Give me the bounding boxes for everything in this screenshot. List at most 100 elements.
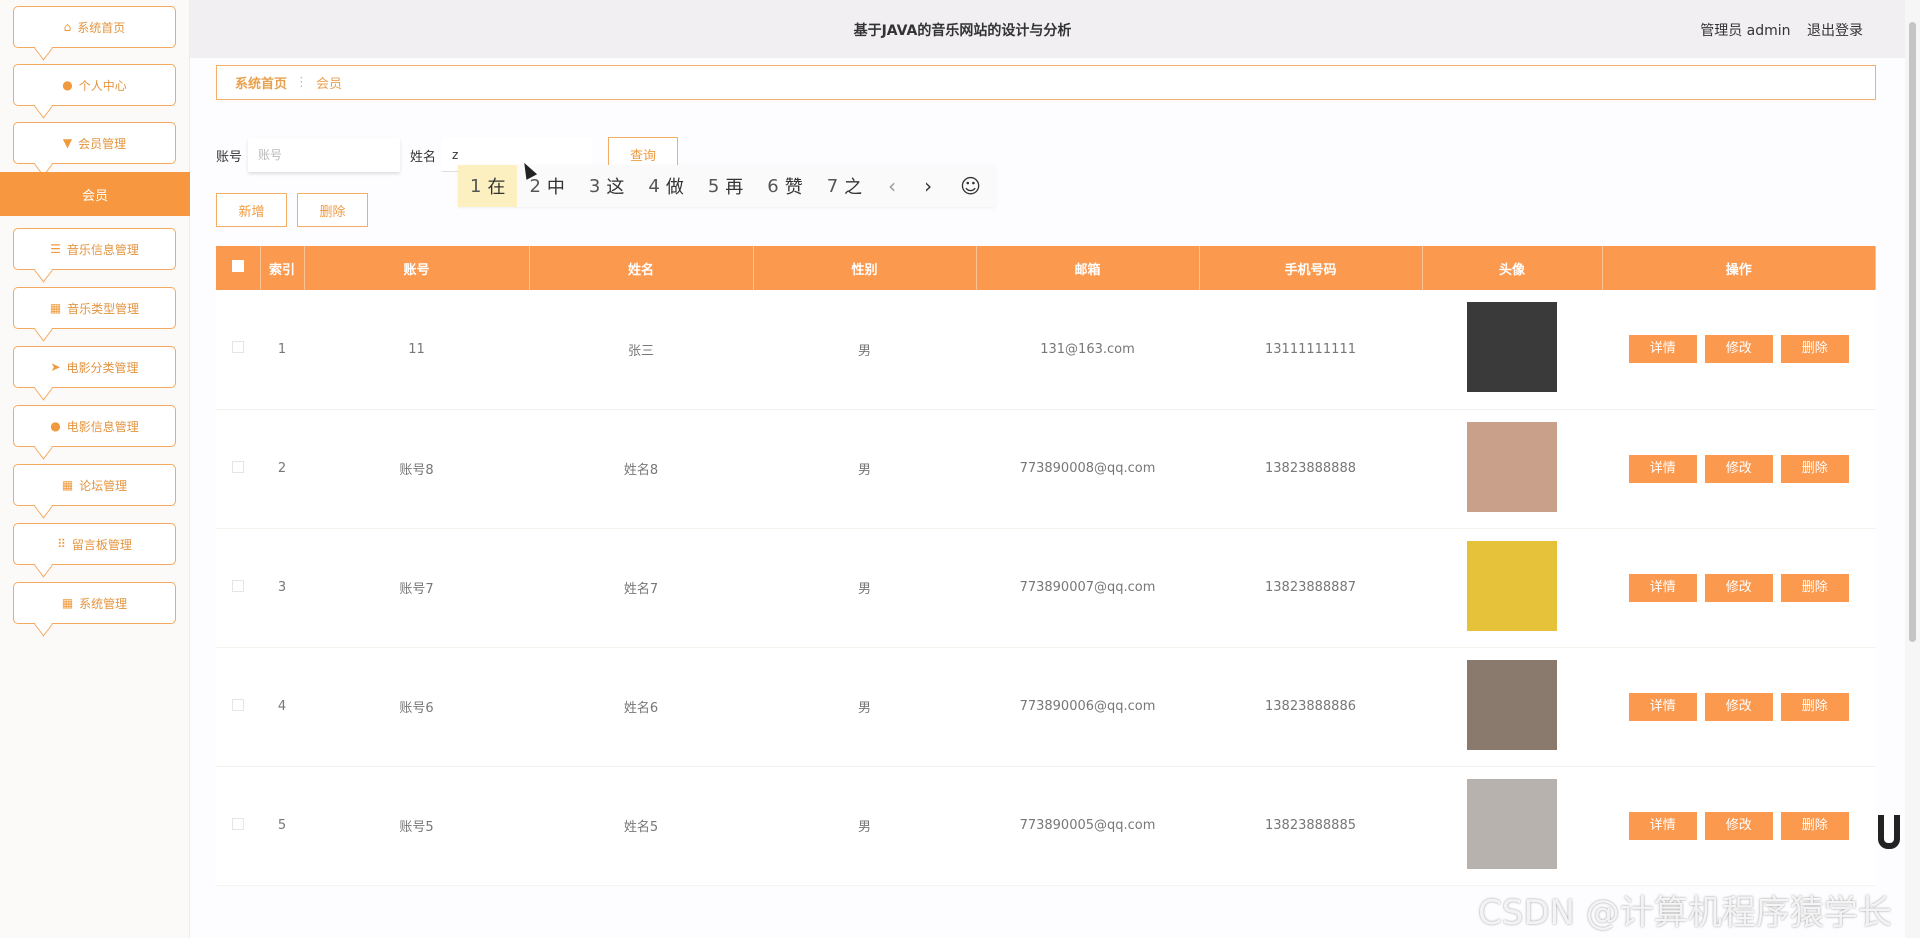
sidebar-item-label: 系统首页 — [77, 20, 126, 35]
name-cell: 姓名6 — [529, 647, 753, 767]
avatar — [1467, 778, 1557, 869]
member-table: 索引 账号 姓名 性别 邮箱 手机号码 头像 操作 1 11 张三男 131@163.… — [216, 246, 1876, 886]
ime-candidate[interactable]: 5再 — [696, 165, 755, 207]
table-row: 5 账号5 姓名5 男 773890005@qq.com 13823888885 详情 修改删… — [216, 766, 1876, 886]
delete-button[interactable]: 删除 — [1780, 573, 1849, 602]
table-row: 2 账号8 姓名8 男 773890008@qq.com 13823888888 详情 修改删… — [216, 409, 1876, 529]
detail-button[interactable]: 详情 — [1628, 454, 1697, 483]
avatar — [1467, 659, 1557, 750]
add-button[interactable]: 新增 — [216, 193, 287, 227]
ime-candidate[interactable]: 7之 — [815, 165, 874, 207]
row-actions-cell: 详情 修改 删除 — [1602, 528, 1876, 648]
balloon-icon: ● — [50, 419, 61, 433]
account-cell: 账号6 — [304, 647, 529, 767]
sidebar-item-personal[interactable]: ● 个人中心 — [13, 64, 176, 106]
row-checkbox[interactable] — [232, 579, 244, 592]
grid-icon: ▦ — [61, 596, 74, 610]
avatar — [1467, 540, 1557, 631]
row-select-cell — [216, 409, 260, 529]
col-header: 操作 — [1602, 246, 1876, 290]
detail-button[interactable]: 详情 — [1628, 692, 1697, 721]
ime-next-icon[interactable]: › — [910, 174, 946, 198]
name-cell: 姓名8 — [529, 409, 753, 529]
sidebar-item-movie-category[interactable]: ➤ 电影分类管理 — [13, 346, 176, 388]
sidebar: ⌂ 系统首页 ● 个人中心 ▼ 会员管理 会员 ☰ 音乐信息管理 ▦ 音乐类型管… — [0, 0, 190, 938]
sidebar-item-music-info[interactable]: ☰ 音乐信息管理 — [13, 228, 176, 270]
delete-button[interactable]: 删除 — [1780, 692, 1849, 721]
edit-button[interactable]: 修改 — [1704, 335, 1773, 364]
sidebar-item-label: 论坛管理 — [79, 478, 128, 493]
col-header: 姓名 — [529, 246, 754, 290]
logout-link[interactable]: 退出登录 — [1807, 23, 1863, 39]
row-checkbox[interactable] — [232, 817, 244, 830]
emoji-icon[interactable]: ☺ — [946, 174, 995, 198]
sidebar-item-system[interactable]: ▦ 系统管理 — [13, 582, 176, 624]
ime-candidate[interactable]: 6赞 — [755, 165, 814, 207]
phone-cell: 13823888886 — [1199, 647, 1422, 767]
edit-button[interactable]: 修改 — [1704, 811, 1773, 840]
row-checkbox[interactable] — [232, 460, 244, 473]
avatar-cell — [1422, 290, 1602, 410]
floating-widget-icon[interactable] — [1878, 815, 1900, 849]
account-input[interactable] — [248, 138, 401, 172]
ime-candidate[interactable]: 1在 — [458, 165, 518, 207]
page-header: 基于JAVA的音乐网站的设计与分析 — [190, 20, 1905, 40]
account-label: 账号 — [216, 149, 243, 165]
vertical-scrollbar[interactable] — [1905, 0, 1920, 938]
col-header: 手机号码 — [1199, 246, 1423, 290]
email-cell: 773890005@qq.com — [976, 766, 1199, 886]
sidebar-subitem-member[interactable]: 会员 — [0, 172, 190, 216]
ime-candidate[interactable]: 3这 — [577, 165, 636, 207]
sidebar-item-message-board[interactable]: ⠿ 留言板管理 — [13, 523, 176, 565]
name-label: 姓名 — [410, 149, 437, 165]
col-header: 邮箱 — [976, 246, 1200, 290]
row-select-cell — [216, 766, 260, 886]
detail-button[interactable]: 详情 — [1628, 335, 1697, 364]
sidebar-item-movie-info[interactable]: ● 电影信息管理 — [13, 405, 176, 447]
row-select-cell — [216, 528, 260, 648]
send-icon: ➤ — [50, 360, 61, 374]
email-cell: 773890008@qq.com — [976, 409, 1199, 529]
delete-button[interactable]: 删除 — [1780, 811, 1849, 840]
site-title: 基于JAVA的音乐网站的设计与分析 — [853, 23, 1072, 39]
watermark: CSDN @计算机程序猿学长 — [1478, 893, 1892, 933]
ime-candidate[interactable]: 4做 — [636, 165, 695, 207]
sidebar-item-music-type[interactable]: ▦ 音乐类型管理 — [13, 287, 176, 329]
edit-button[interactable]: 修改 — [1704, 692, 1773, 721]
account-cell: 11 — [304, 290, 529, 410]
gender-cell: 男 — [753, 647, 976, 767]
top-bar: 基于JAVA的音乐网站的设计与分析 管理员 admin 退出登录 — [190, 0, 1905, 58]
email-cell: 131@163.com — [976, 290, 1199, 410]
batch-delete-button[interactable]: 删除 — [297, 193, 368, 227]
row-checkbox[interactable] — [232, 341, 244, 354]
sidebar-item-members[interactable]: ▼ 会员管理 — [13, 122, 176, 164]
sidebar-item-label: 个人中心 — [78, 78, 127, 93]
user-area: 管理员 admin 退出登录 — [1700, 20, 1863, 40]
row-checkbox[interactable] — [232, 698, 244, 711]
phone-cell: 13111111111 — [1199, 290, 1422, 410]
row-actions-cell: 详情 修改 删除 — [1602, 290, 1876, 410]
phone-cell: 13823888885 — [1199, 766, 1422, 886]
app: ⌂ 系统首页 ● 个人中心 ▼ 会员管理 会员 ☰ 音乐信息管理 ▦ 音乐类型管… — [0, 0, 1920, 938]
detail-button[interactable]: 详情 — [1628, 573, 1697, 602]
delete-button[interactable]: 删除 — [1780, 335, 1849, 364]
delete-button[interactable]: 删除 — [1780, 454, 1849, 483]
breadcrumb-home[interactable]: 系统首页 — [235, 73, 287, 92]
edit-button[interactable]: 修改 — [1704, 573, 1773, 602]
user-role: 管理员 admin — [1700, 23, 1791, 39]
select-all-checkbox[interactable] — [231, 260, 244, 272]
sidebar-item-forum[interactable]: ▦ 论坛管理 — [13, 464, 176, 506]
detail-button[interactable]: 详情 — [1628, 811, 1697, 840]
scrollbar-thumb[interactable] — [1909, 22, 1916, 642]
select-all-header — [216, 246, 261, 290]
account-cell: 账号7 — [304, 528, 529, 648]
row-actions-cell: 详情 修改 删除 — [1602, 766, 1876, 886]
table-row: 3 账号7 姓名7 男 773890007@qq.com 13823888887 详情 修改删… — [216, 528, 1876, 648]
ime-prev-icon[interactable]: ‹ — [874, 174, 910, 198]
email-cell: 773890007@qq.com — [976, 528, 1199, 648]
sidebar-subitem-label: 会员 — [81, 188, 108, 204]
grid-icon: ▦ — [49, 301, 62, 315]
edit-button[interactable]: 修改 — [1704, 454, 1773, 483]
sidebar-item-home[interactable]: ⌂ 系统首页 — [13, 6, 176, 48]
gender-cell: 男 — [753, 290, 976, 410]
